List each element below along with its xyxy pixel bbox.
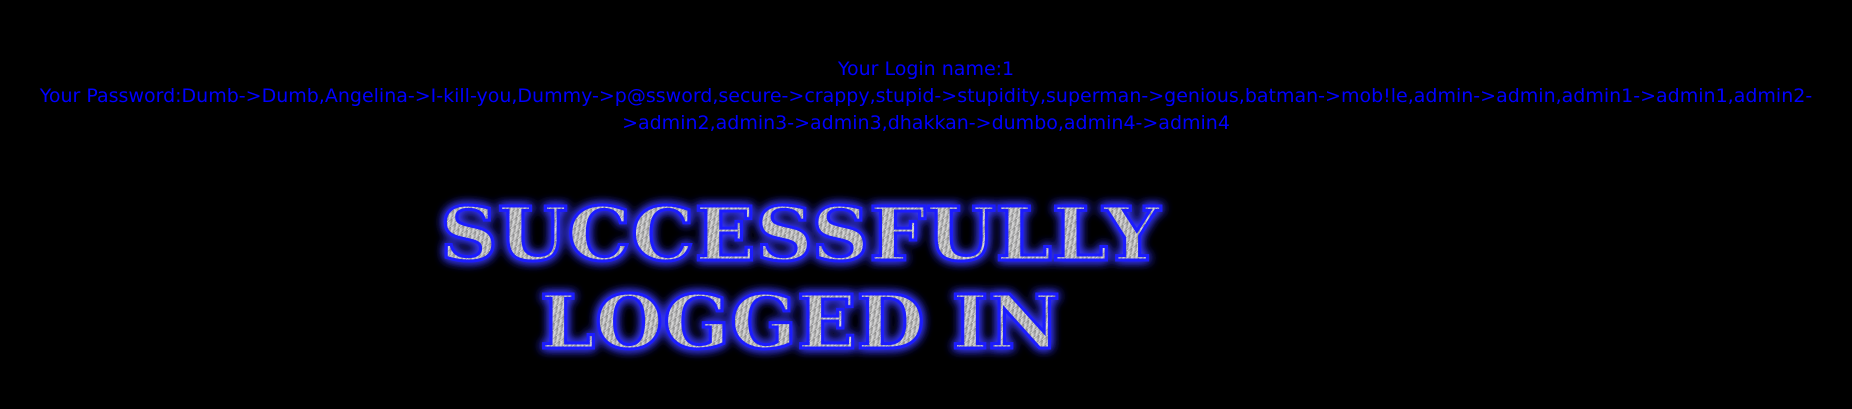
password-line: Your Password:Dumb->Dumb,Angelina->I-kil… bbox=[0, 83, 1852, 137]
login-name-line: Your Login name:1 bbox=[0, 56, 1852, 83]
success-banner: SUCCESSFULLY LOGGED IN bbox=[0, 190, 1852, 370]
password-value: Dumb->Dumb,Angelina->I-kill-you,Dummy->p… bbox=[181, 85, 1813, 134]
login-info: Your Login name:1 Your Password:Dumb->Du… bbox=[0, 56, 1852, 137]
banner-line-2: LOGGED IN bbox=[540, 280, 1060, 366]
login-name-label: Your Login name: bbox=[837, 58, 1003, 80]
login-name-value: 1 bbox=[1002, 58, 1015, 80]
success-banner-graphic: SUCCESSFULLY LOGGED IN bbox=[439, 191, 1163, 368]
banner-line-1: SUCCESSFULLY bbox=[440, 192, 1161, 278]
password-label: Your Password: bbox=[39, 85, 182, 107]
